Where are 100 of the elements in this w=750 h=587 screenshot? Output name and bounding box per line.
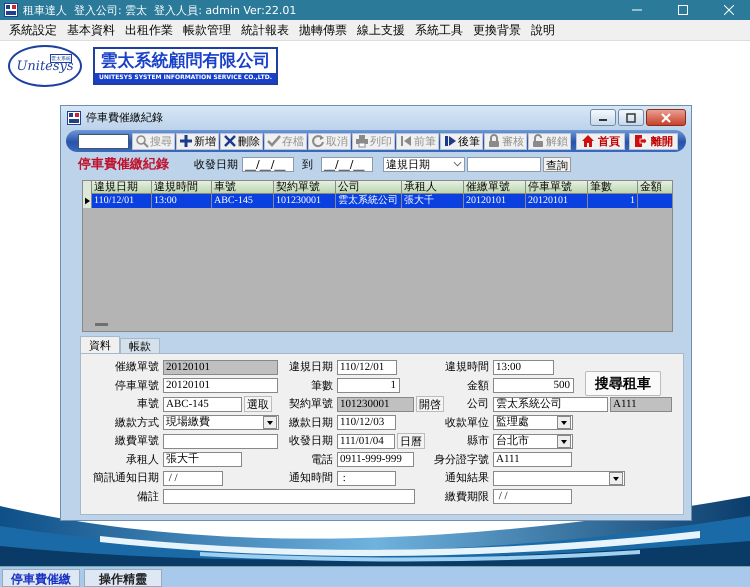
input-field[interactable]: 20120101 (163, 360, 278, 375)
field-label: 停車單號 (115, 378, 159, 394)
input-field[interactable]: : (337, 470, 396, 486)
taskbar-tab[interactable]: 操作精靈 (84, 569, 162, 587)
maximize-button[interactable] (618, 109, 644, 126)
column-header[interactable]: 催繳單號 (464, 181, 526, 194)
table-cell: 張大千 (402, 194, 464, 208)
input-field[interactable]: ABC-145 (163, 396, 242, 412)
input-field[interactable]: 111/01/04 (337, 434, 395, 449)
column-header[interactable]: 承租人 (402, 181, 464, 194)
field-select[interactable]: 違規日期 (383, 156, 465, 172)
tab[interactable]: 資料 (80, 336, 120, 353)
column-header[interactable]: 公司 (336, 181, 402, 194)
field-button[interactable]: 選取 (244, 396, 272, 412)
previous-icon (399, 134, 413, 148)
input-field[interactable] (163, 434, 278, 449)
input-field[interactable]: 張大千 (163, 452, 242, 468)
window-title: 停車費催繳紀錄 (86, 110, 163, 125)
field-label: 收款單位 (445, 414, 489, 430)
menu-item[interactable]: 出租作業 (120, 22, 178, 38)
column-header[interactable]: 契約單號 (274, 181, 336, 194)
input-field[interactable]: 1 (337, 378, 400, 394)
maximize-icon (626, 112, 636, 122)
field-label: 收發日期 (289, 433, 333, 449)
query-field[interactable] (467, 156, 541, 172)
input-field[interactable]: 雲太系統公司 (493, 396, 608, 412)
field-label: 繳費單號 (115, 433, 159, 449)
next-icon (443, 134, 457, 148)
column-header[interactable]: 車號 (212, 181, 274, 194)
input-field[interactable]: 20120101 (163, 378, 278, 394)
close-button[interactable] (646, 109, 686, 126)
input-field[interactable]: 110/12/01 (337, 360, 397, 375)
field-label: 車號 (137, 396, 159, 412)
input-field[interactable]: / / (163, 470, 223, 486)
unlock-icon (531, 134, 545, 148)
exit-icon (634, 134, 648, 148)
field-label: 身分證字號 (434, 452, 489, 468)
column-header[interactable]: 停車單號 (526, 181, 588, 194)
taskbar-tab[interactable]: 停車費催繳 (2, 569, 80, 587)
dropdown[interactable] (493, 470, 625, 486)
dropdown[interactable]: 監理處 (493, 415, 573, 430)
toolbar-button[interactable]: 新增 (176, 132, 219, 150)
column-header[interactable]: 違規時間 (152, 181, 212, 194)
date-from-field[interactable]: __/__/__ (242, 156, 294, 172)
dropdown[interactable]: 台北市 (493, 434, 573, 449)
home-button[interactable]: 首頁 (576, 132, 625, 150)
input-field[interactable]: 0911-999-999 (337, 452, 414, 468)
table-cell: 20120101 (526, 194, 588, 208)
menu-item[interactable]: 帳款管理 (178, 22, 236, 38)
column-header[interactable]: 筆數 (588, 181, 638, 194)
table-cell: 110/12/01 (92, 194, 152, 208)
input-field[interactable]: A111 (493, 452, 572, 468)
minimize-button[interactable] (590, 109, 616, 126)
maximize-icon[interactable] (678, 5, 688, 15)
dropdown[interactable]: 現場繳費 (163, 415, 279, 430)
scrollbar-thumb[interactable] (95, 323, 108, 326)
company-name: 雲太系統顧問有限公司 (100, 50, 272, 73)
menu-item[interactable]: 基本資料 (62, 22, 120, 38)
field-label: 繳費期限 (445, 488, 489, 504)
field-button[interactable]: 日曆 (397, 433, 425, 450)
toolbar-button[interactable]: 後筆 (440, 132, 483, 150)
menu-item[interactable]: 說明 (526, 22, 560, 38)
input-field[interactable]: 101230001 (337, 396, 414, 412)
input-field[interactable]: 110/12/03 (337, 415, 396, 430)
home-icon (581, 134, 595, 148)
query-button[interactable]: 查詢 (543, 156, 571, 172)
field-label: 違規日期 (289, 359, 333, 375)
field-label: 通知時間 (289, 470, 333, 486)
field-label: 承租人 (126, 452, 159, 468)
table-cell: 1 (588, 194, 638, 208)
menu-item[interactable]: 拋轉傳票 (294, 22, 352, 38)
code-field[interactable]: A111 (610, 396, 672, 412)
input-field[interactable]: 13:00 (493, 360, 554, 375)
menu-item[interactable]: 更換背景 (468, 22, 526, 38)
menu-item[interactable]: 線上支援 (352, 22, 410, 38)
to-label: 到 (302, 156, 313, 172)
field-button[interactable]: 開啓 (416, 396, 444, 412)
input-field[interactable] (163, 489, 415, 504)
input-field[interactable]: 500 (493, 378, 574, 394)
exit-button[interactable]: 離開 (629, 132, 678, 150)
toolbar-button[interactable]: 刪除 (220, 132, 263, 150)
search-field[interactable] (78, 134, 129, 148)
tab[interactable]: 帳款 (120, 338, 160, 353)
table-cell: 13:00 (152, 194, 212, 208)
check-icon (267, 134, 281, 148)
close-icon[interactable] (724, 5, 734, 15)
grid-row[interactable]: 110/12/01 13:00 ABC-145 101230001 雲太系統公司 張大千 20120101 20120101 1 (83, 194, 672, 208)
date-to-field[interactable]: __/__/__ (321, 156, 373, 172)
menu-item[interactable]: 系統設定 (4, 22, 62, 38)
menu-item[interactable]: 統計報表 (236, 22, 294, 38)
menu-item[interactable]: 系統工具 (410, 22, 468, 38)
column-header[interactable]: 金額 (638, 181, 673, 194)
input-field[interactable]: / / (493, 489, 572, 504)
search-car-button[interactable]: 搜尋租車 (585, 371, 661, 396)
field-label: 違規時間 (445, 359, 489, 375)
date-label: 收發日期 (194, 156, 238, 172)
form-heading: 停車費催繳紀錄 (78, 156, 170, 173)
field-label: 通知結果 (445, 470, 489, 486)
field-label: 繳款方式 (115, 414, 159, 430)
column-header[interactable]: 違規日期 (92, 181, 152, 194)
